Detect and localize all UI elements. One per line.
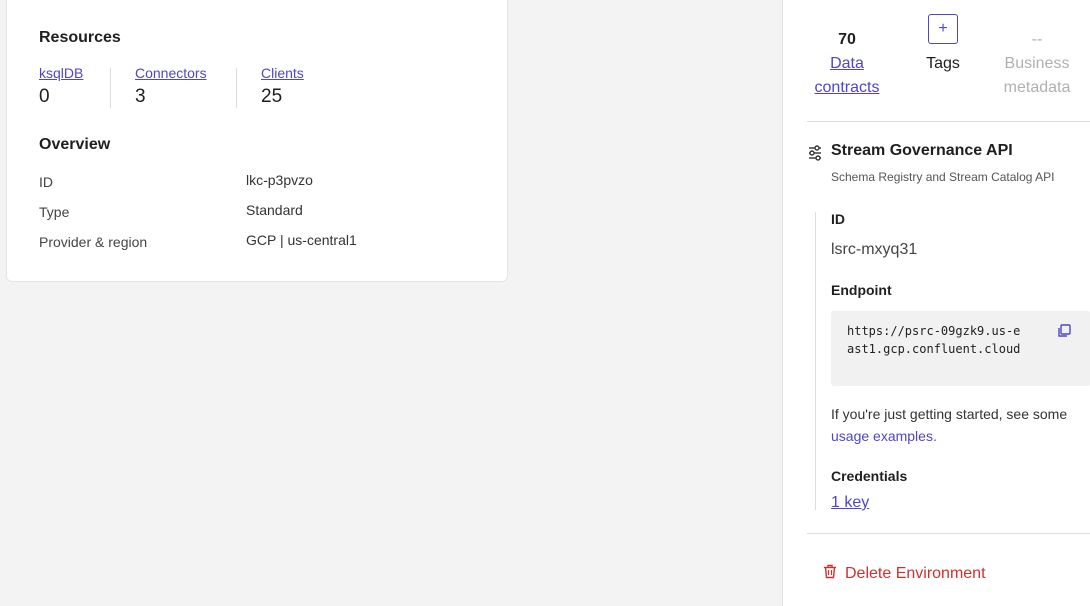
overview-type-label: Type <box>39 204 70 220</box>
delete-environment-label: Delete Environment <box>845 565 986 582</box>
stat-data-contracts: 70 Data contracts <box>807 28 887 100</box>
credentials-label: Credentials <box>831 468 908 484</box>
overview-id-value: lkc-p3pvzo <box>246 172 313 188</box>
endpoint-url: https://psrc-09gzk9.us-east1.gcp.conflue… <box>847 324 1021 356</box>
api-title: Stream Governance API <box>831 142 1013 159</box>
clients-count: 25 <box>261 86 283 107</box>
add-tag-button[interactable]: + <box>928 14 958 44</box>
cluster-card: Resources ksqlDB 0 Connectors 3 Clients … <box>6 0 508 282</box>
usage-hint: If you're just getting started, see some… <box>831 403 1090 447</box>
overview-id-label: ID <box>39 174 53 190</box>
data-contracts-link[interactable]: Data contracts <box>815 55 880 96</box>
stat-tags: + Tags <box>913 14 973 76</box>
credentials-key-link[interactable]: 1 key <box>831 494 869 512</box>
overview-region-value: GCP | us-central1 <box>246 232 357 248</box>
connectors-count: 3 <box>135 86 146 107</box>
overview-type-value: Standard <box>246 202 303 218</box>
section-rule <box>815 212 816 510</box>
divider <box>807 121 1090 122</box>
api-id-value: lsrc-mxyq31 <box>831 241 918 258</box>
clients-link[interactable]: Clients <box>261 65 304 81</box>
overview-region-label: Provider & region <box>39 234 148 250</box>
environment-side-panel: 70 Data contracts + Tags -- Business met… <box>782 0 1090 606</box>
business-metadata-count: -- <box>1031 31 1043 48</box>
usage-examples-link[interactable]: usage examples. <box>831 428 937 444</box>
api-subtitle: Schema Registry and Stream Catalog API <box>831 170 1055 184</box>
trash-icon <box>823 564 837 584</box>
endpoint-code-box: https://psrc-09gzk9.us-east1.gcp.conflue… <box>831 311 1090 386</box>
divider <box>236 68 237 108</box>
resource-ksqldb: ksqlDB 0 <box>39 65 83 108</box>
divider <box>807 533 1090 534</box>
usage-hint-text: If you're just getting started, see some <box>831 406 1068 422</box>
connectors-link[interactable]: Connectors <box>135 65 207 81</box>
sliders-icon <box>807 144 823 167</box>
tags-label: Tags <box>926 55 960 72</box>
ksqldb-count: 0 <box>39 86 50 107</box>
resource-connectors: Connectors 3 <box>135 65 207 108</box>
api-id-label: ID <box>831 211 845 227</box>
resources-heading: Resources <box>39 29 121 46</box>
ksqldb-link[interactable]: ksqlDB <box>39 65 83 81</box>
overview-heading: Overview <box>39 136 111 153</box>
stat-business-metadata: -- Business metadata <box>997 28 1077 100</box>
resource-clients: Clients 25 <box>261 65 304 108</box>
business-metadata-label: Business metadata <box>1003 55 1071 96</box>
endpoint-label: Endpoint <box>831 282 892 298</box>
delete-environment-button[interactable]: Delete Environment <box>823 564 986 584</box>
copy-icon[interactable] <box>1057 324 1071 343</box>
divider <box>110 68 111 108</box>
data-contracts-count: 70 <box>838 31 856 48</box>
